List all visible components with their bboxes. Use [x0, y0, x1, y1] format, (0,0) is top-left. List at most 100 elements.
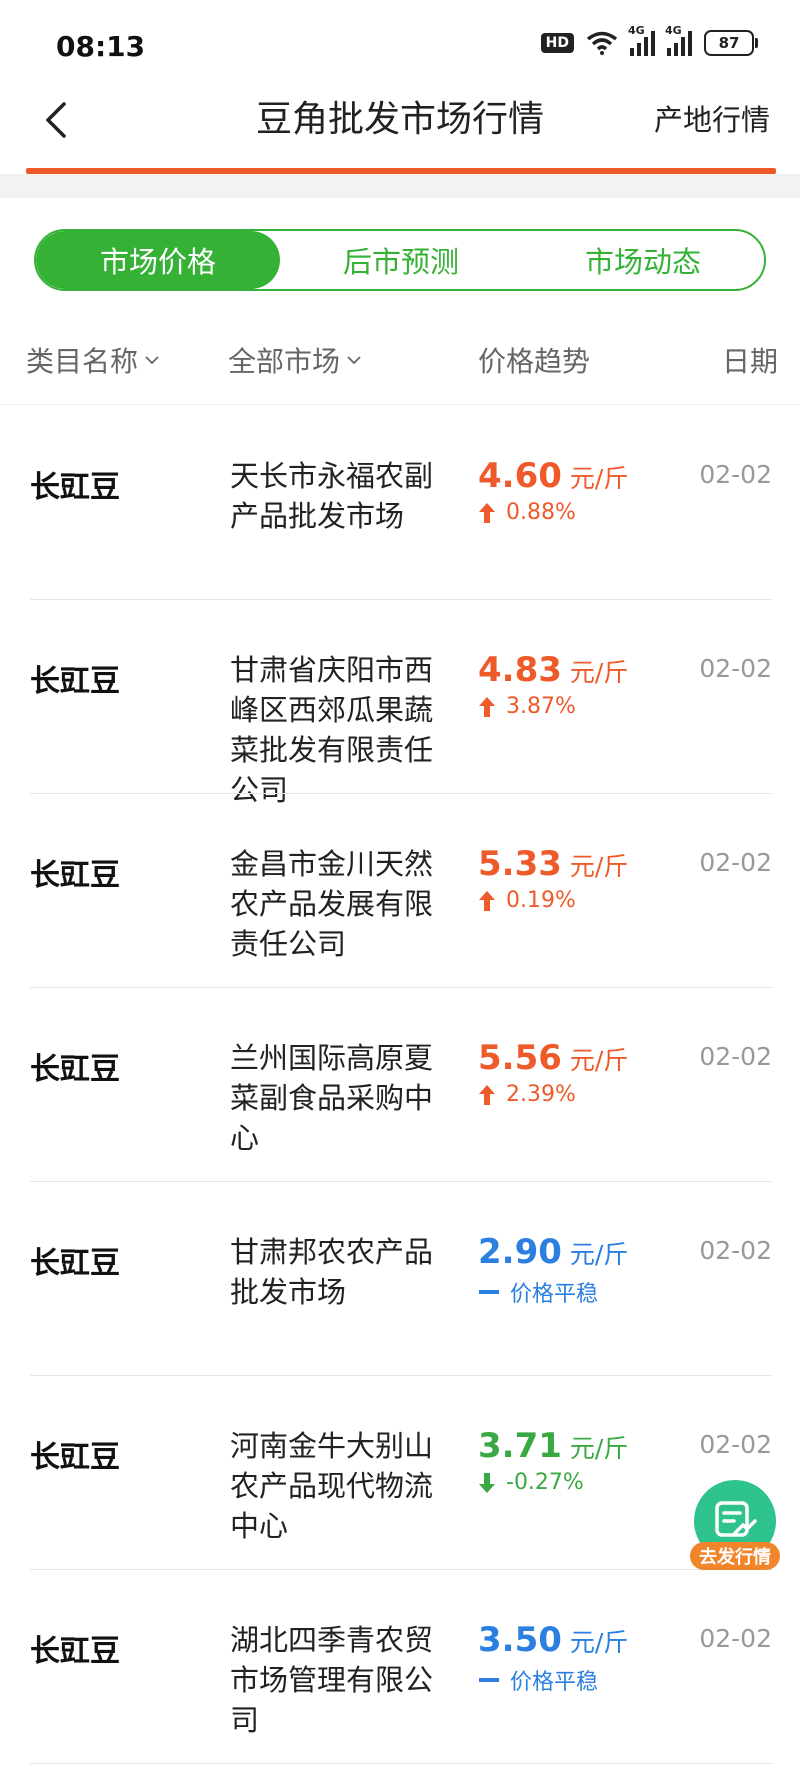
price-trend: 0.19% [478, 888, 628, 913]
row-market: 河南金牛大别山农产品现代物流中心 [230, 1429, 434, 1543]
price-change: 0.19% [506, 888, 576, 913]
table-row[interactable]: 长豇豆 甘肃邦农农产品批发市场 2.90 元/斤 价格平稳 02-02 [0, 1182, 800, 1376]
price-change: 3.87% [506, 694, 576, 719]
price-unit: 元/斤 [569, 1046, 629, 1075]
price-value: 4.83 [478, 650, 562, 690]
row-market: 甘肃省庆阳市西峰区西郊瓜果蔬菜批发有限责任公司 [230, 653, 434, 807]
chevron-down-icon [145, 356, 159, 365]
chevron-left-icon [46, 102, 66, 138]
row-category: 长豇豆 [30, 1440, 120, 1475]
category-filter-label: 类目名称 [26, 345, 139, 378]
price-change: 0.88% [506, 500, 576, 525]
arrow-up-icon [479, 696, 495, 717]
post-quote-label: 去发行情 [690, 1542, 780, 1570]
post-quote-button[interactable]: 去发行情 [690, 1480, 780, 1580]
price-change: 价格平稳 [510, 1282, 599, 1307]
price-value: 2.90 [478, 1232, 562, 1272]
price-change: -0.27% [506, 1470, 584, 1495]
table-row[interactable]: 长豇豆 甘肃省庆阳市西峰区西郊瓜果蔬菜批发有限责任公司 4.83 元/斤 3.87… [0, 600, 800, 807]
row-category: 长豇豆 [30, 1634, 120, 1669]
row-price: 5.56 元/斤 2.39% [478, 1038, 628, 1107]
price-trend: 价格平稳 [478, 1276, 628, 1308]
row-divider [30, 1763, 772, 1764]
price-trend: 价格平稳 [478, 1664, 628, 1696]
price-unit: 元/斤 [569, 1628, 629, 1657]
section-separator [0, 174, 800, 198]
signal-icon: 4G [628, 24, 655, 56]
status-icons: HD 4G 4G 87 [540, 24, 758, 56]
nav-bar: 豆角批发市场行情 产地行情 [0, 96, 800, 168]
header-divider [0, 404, 800, 405]
price-value: 4.60 [478, 456, 562, 496]
row-category: 长豇豆 [30, 664, 120, 699]
row-market: 甘肃邦农农产品批发市场 [230, 1235, 434, 1309]
status-time: 08:13 [56, 30, 146, 63]
tab-bar: 市场价格 后市预测 市场动态 [34, 229, 766, 291]
signal-label: 4G [628, 24, 645, 37]
row-price: 2.90 元/斤 价格平稳 [478, 1232, 628, 1308]
row-market: 天长市永福农副产品批发市场 [230, 459, 434, 533]
table-row[interactable]: 长豇豆 河南金牛大别山农产品现代物流中心 3.71 元/斤 -0.27% 02-0… [0, 1376, 800, 1570]
arrow-down-icon [479, 1472, 495, 1493]
price-change: 2.39% [506, 1082, 576, 1107]
price-unit: 元/斤 [569, 852, 629, 881]
price-value: 3.50 [478, 1620, 562, 1660]
price-trend: 3.87% [478, 694, 628, 719]
market-filter[interactable]: 全部市场 [228, 340, 362, 380]
market-filter-label: 全部市场 [228, 345, 341, 378]
signal-icon-2: 4G [665, 24, 692, 56]
battery-level: 87 [718, 34, 740, 52]
price-unit: 元/斤 [569, 658, 629, 687]
origin-market-link[interactable]: 产地行情 [654, 96, 770, 144]
category-filter[interactable]: 类目名称 [26, 340, 160, 380]
row-date: 02-02 [699, 1042, 772, 1071]
row-date: 02-02 [699, 654, 772, 683]
battery-icon: 87 [704, 30, 758, 56]
row-price: 4.60 元/斤 0.88% [478, 456, 628, 525]
row-date: 02-02 [699, 1624, 772, 1653]
wifi-icon [586, 31, 618, 55]
flat-dash-icon [479, 1290, 499, 1294]
table-row[interactable]: 长豇豆 湖北四季青农贸市场管理有限公司 3.50 元/斤 价格平稳 02-02 [0, 1570, 800, 1764]
table-row[interactable]: 长豇豆 天长市永福农副产品批发市场 4.60 元/斤 0.88% 02-02 [0, 406, 800, 600]
tab-market-price[interactable]: 市场价格 [36, 231, 280, 289]
hd-icon: HD [540, 33, 574, 53]
flat-dash-icon [479, 1678, 499, 1682]
tab-market-news[interactable]: 市场动态 [522, 231, 764, 289]
price-trend: -0.27% [478, 1470, 628, 1495]
price-unit: 元/斤 [569, 1240, 629, 1269]
row-market: 金昌市金川天然农产品发展有限责任公司 [230, 847, 434, 961]
row-price: 5.33 元/斤 0.19% [478, 844, 628, 913]
status-bar: 08:13 HD 4G 4G 87 [0, 0, 800, 96]
trend-column-label: 价格趋势 [478, 345, 591, 378]
arrow-up-icon [479, 1084, 495, 1105]
row-price: 3.50 元/斤 价格平稳 [478, 1620, 628, 1696]
price-unit: 元/斤 [569, 1434, 629, 1463]
row-price: 3.71 元/斤 -0.27% [478, 1426, 628, 1495]
row-price: 4.83 元/斤 3.87% [478, 650, 628, 719]
table-row[interactable]: 长豇豆 金昌市金川天然农产品发展有限责任公司 5.33 元/斤 0.19% 02-… [0, 794, 800, 988]
row-date: 02-02 [699, 460, 772, 489]
row-market: 湖北四季青农贸市场管理有限公司 [230, 1623, 434, 1737]
row-category: 长豇豆 [30, 858, 120, 893]
price-unit: 元/斤 [569, 464, 629, 493]
price-value: 3.71 [478, 1426, 562, 1466]
price-value: 5.33 [478, 844, 562, 884]
price-trend: 2.39% [478, 1082, 628, 1107]
back-button[interactable] [34, 96, 82, 144]
arrow-up-icon [479, 502, 495, 523]
tab-forecast[interactable]: 后市预测 [280, 231, 522, 289]
price-change: 价格平稳 [510, 1670, 599, 1695]
row-date: 02-02 [699, 1430, 772, 1459]
date-column-label: 日期 [722, 345, 779, 378]
price-trend: 0.88% [478, 500, 628, 525]
table-row[interactable]: 长豇豆 兰州国际高原夏菜副食品采购中心 5.56 元/斤 2.39% 02-02 [0, 988, 800, 1182]
row-market: 兰州国际高原夏菜副食品采购中心 [230, 1041, 434, 1155]
row-date: 02-02 [699, 1236, 772, 1265]
arrow-up-icon [479, 890, 495, 911]
row-date: 02-02 [699, 848, 772, 877]
signal-label-2: 4G [665, 24, 682, 37]
chevron-down-icon [347, 356, 361, 365]
column-header: 类目名称 全部市场 价格趋势 日期 [0, 332, 800, 392]
row-category: 长豇豆 [30, 1052, 120, 1087]
